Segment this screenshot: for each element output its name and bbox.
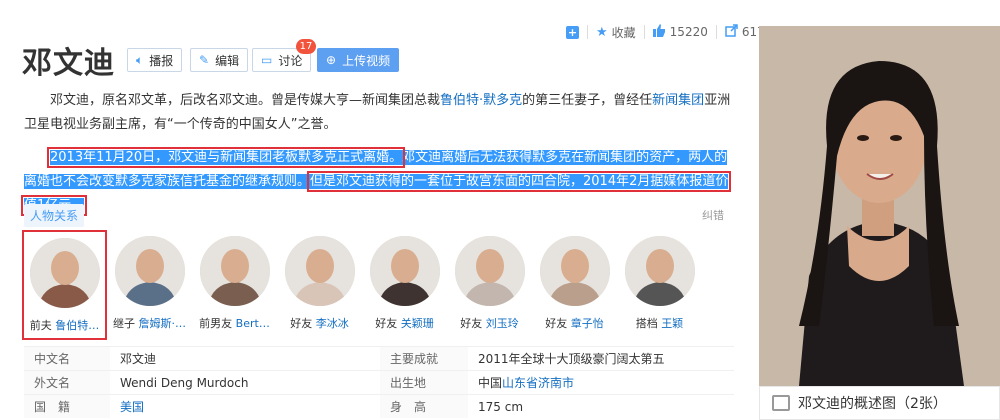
divorce-paragraph: 2013年11月20日，邓文迪与新闻集团老板默多克正式离婚。邓文迪离婚后无法获得… [20,146,732,218]
avatar [624,236,695,306]
relation-name[interactable]: 李冰冰 [316,317,349,330]
avatar [199,236,270,306]
pencil-icon: ✎ [199,53,210,67]
relation-caption: 前男友 Bert… [192,315,277,331]
info-key: 中文名 [24,347,110,370]
chat-bubble-icon: ▭ [261,53,273,67]
divider [587,25,588,39]
relation-type: 好友 [545,317,568,330]
thumbs-up-icon [652,23,666,41]
info-key: 主要成就 [380,347,468,370]
discuss-count-badge: 17 [295,39,317,54]
relation-person[interactable]: 好友 章子怡 [532,230,617,340]
photo-caption[interactable]: 邓文迪的概述图（2张） [759,386,1000,420]
divider [643,25,645,39]
avatar [29,238,100,308]
relation-caption: 好友 刘玉玲 [447,315,532,331]
info-key: 身 高 [380,395,468,418]
info-row: 外文名 Wendi Deng Murdoch 出生地 中国山东省济南市 [24,370,734,394]
info-row: 中文名 邓文迪 主要成就 2011年全球十大顶级豪门阔太第五 [24,346,734,370]
star-icon: ★ [596,24,608,40]
summary-text: 的第三任妻子，曾经任 [522,93,653,108]
page-title: 邓文迪 [22,46,115,81]
info-key: 国 籍 [24,395,110,418]
info-value: 175 cm [478,399,524,414]
relation-name[interactable]: 詹姆斯·… [139,317,187,330]
relation-name[interactable]: 鲁伯特… [55,319,99,332]
relation-type: 前男友 [199,317,233,330]
info-value: 中国山东省济南市 [468,374,574,391]
edit-label: 编辑 [215,53,240,68]
relation-caption: 前夫 鲁伯特… [24,317,105,333]
relation-person[interactable]: 好友 关颖珊 [362,230,447,340]
like-button[interactable]: 15220 [652,23,708,41]
relation-person[interactable]: 继子 詹姆斯·… [107,230,192,340]
summary-text: 邓文迪，原名邓文革，后改名邓文迪。曾是传媒大亨—新闻集团总裁 [50,93,441,108]
relation-type: 好友 [460,317,483,330]
relation-caption: 好友 关颖珊 [362,315,447,331]
top-action-bar: + ★ 收藏 15220 617 [566,22,765,42]
relation-caption: 搭档 王颖 [617,315,702,331]
basic-info-table: 中文名 邓文迪 主要成就 2011年全球十大顶级豪门阔太第五 外文名 Wendi… [24,346,734,418]
relation-type: 前夫 [29,319,52,332]
relation-name[interactable]: Bert… [236,317,270,330]
info-key: 出生地 [380,371,468,394]
relation-person[interactable]: 搭档 王颖 [617,230,702,340]
portrait-image [759,26,1000,386]
like-count: 15220 [669,25,708,39]
info-value: Wendi Deng Murdoch [120,375,249,390]
relation-person[interactable]: 前男友 Bert… [192,230,277,340]
link-news-corp[interactable]: 新闻集团 [652,93,704,108]
link-jinan[interactable]: 山东省济南市 [502,376,574,390]
relation-name[interactable]: 王颖 [661,317,683,330]
relations-tab[interactable]: 人物关系 [24,204,85,227]
highlighted-sentence-1: 2013年11月20日，邓文迪与新闻集团老板默多克正式离婚。 [46,147,406,168]
avatar [454,236,525,306]
discuss-button[interactable]: ▭ 讨论 17 [252,39,317,72]
relation-type: 搭档 [635,317,658,330]
info-value-text: 中国 [478,376,503,390]
broadcast-button[interactable]: 🔈︎ 播报 [127,48,183,72]
relation-person[interactable]: 前夫 鲁伯特… [22,230,107,340]
relation-caption: 继子 詹姆斯·… [107,315,192,331]
relation-caption: 好友 李冰冰 [277,315,362,331]
photo-caption-text: 邓文迪的概述图（2张） [798,396,947,412]
relation-type: 好友 [290,317,313,330]
link-usa[interactable]: 美国 [110,398,380,415]
info-value: 邓文迪 [120,352,157,366]
relation-name[interactable]: 刘玉玲 [486,317,519,330]
summary-photo[interactable] [759,26,1000,386]
info-key: 外文名 [24,371,110,394]
collect-label: 收藏 [611,25,636,40]
summary-paragraph: 邓文迪，原名邓文革，后改名邓文迪。曾是传媒大亨—新闻集团总裁鲁伯特·默多克的第三… [24,89,732,137]
relation-person[interactable]: 好友 刘玉玲 [447,230,532,340]
relation-person[interactable]: 好友 李冰冰 [277,230,362,340]
upload-video-label: 上传视频 [342,53,391,68]
speaker-icon: 🔈︎ [136,52,144,67]
link-murdoch[interactable]: 鲁伯特·默多克 [440,93,522,108]
info-value: 2011年全球十大顶级豪门阔太第五 [478,352,665,366]
relation-caption: 好友 章子怡 [532,315,617,331]
relation-type: 继子 [113,317,135,330]
collect-button[interactable]: ★ 收藏 [596,24,636,41]
share-icon [725,23,738,41]
avatar [369,236,440,306]
relation-type: 好友 [375,317,398,330]
edit-button[interactable]: ✎ 编辑 [190,48,249,72]
image-icon [772,395,790,411]
plus-circle-icon: ⊕ [326,53,337,67]
report-error-link[interactable]: 纠错 [702,207,724,223]
relation-name[interactable]: 章子怡 [571,317,604,330]
upload-video-button[interactable]: ⊕ 上传视频 [317,48,400,72]
broadcast-label: 播报 [149,53,174,68]
info-row: 国 籍 美国 身 高 175 cm [24,394,734,418]
discuss-label: 讨论 [278,53,303,68]
relations-list: 前夫 鲁伯特… 继子 詹姆斯·… 前男友 Bert… 好友 李冰冰 好友 关颖珊 好友 刘… [22,230,702,340]
avatar [114,236,185,306]
divider [715,25,717,39]
avatar [539,236,610,306]
avatar [284,236,355,306]
plus-square-icon[interactable]: + [566,25,579,39]
relation-name[interactable]: 关颖珊 [401,317,434,330]
